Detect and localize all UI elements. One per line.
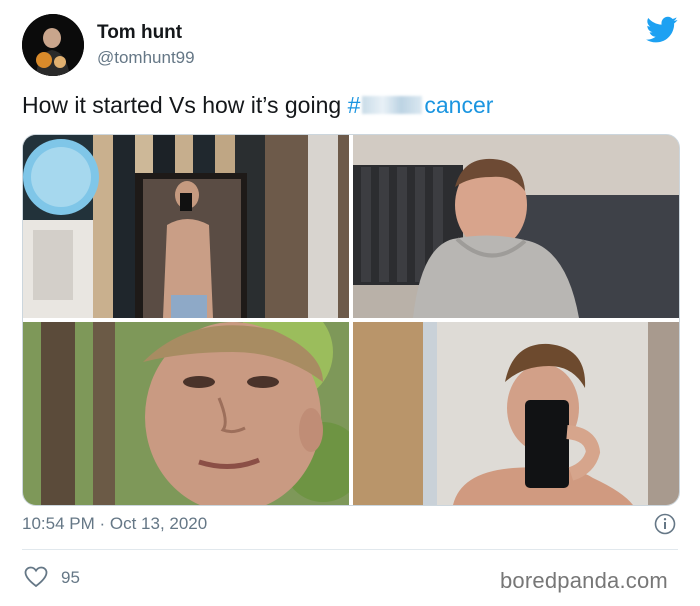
like-count: 95: [61, 568, 80, 587]
tweet-text: How it started Vs how it’s going # cancer: [22, 92, 493, 119]
photo-mirror-selfie-phone[interactable]: [353, 322, 679, 505]
author-handle[interactable]: @tomhunt99: [97, 48, 195, 68]
photo-mirror-selfie-bedroom[interactable]: [23, 135, 349, 318]
source-watermark: boredpanda.com: [500, 568, 668, 593]
hashtag-link[interactable]: # cancer: [348, 92, 494, 118]
tweet-text-body: How it started Vs how it’s going: [22, 92, 348, 118]
hashtag-prefix: #: [347, 92, 361, 118]
media-grid: [22, 134, 680, 506]
photo-smiling-hoodie[interactable]: [353, 135, 679, 318]
heart-icon[interactable]: [24, 566, 48, 588]
author-name[interactable]: Tom hunt: [97, 22, 182, 44]
tweet-timestamp[interactable]: 10:54 PM · Oct 13, 2020: [22, 514, 207, 534]
info-icon[interactable]: [654, 513, 676, 535]
censored-word: [362, 96, 423, 114]
tweet-card: Tom hunt @tomhunt99 How it started Vs ho…: [0, 0, 700, 606]
footer-divider: [22, 549, 678, 550]
author-avatar[interactable]: [22, 14, 84, 76]
twitter-bird-icon[interactable]: [646, 16, 678, 44]
photo-close-up-outdoors[interactable]: [23, 322, 349, 505]
hashtag-suffix: cancer: [424, 92, 494, 118]
